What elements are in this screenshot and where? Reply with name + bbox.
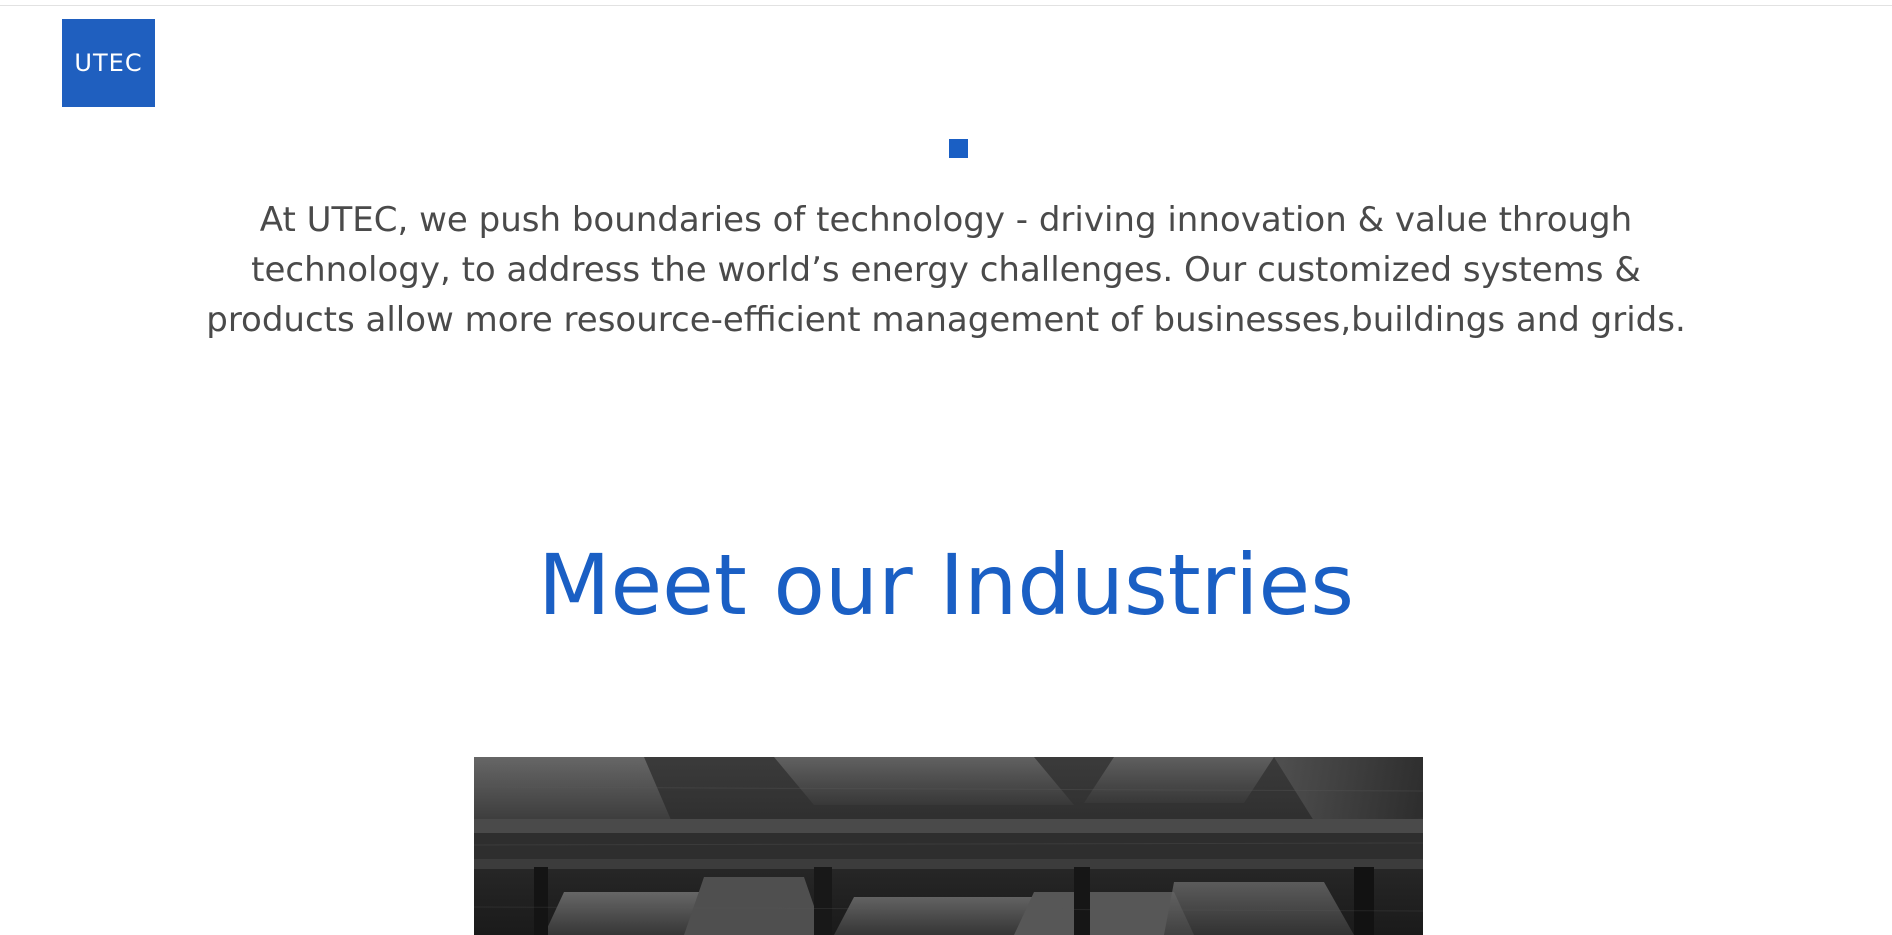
industries-heading: Meet our Industries xyxy=(538,536,1354,634)
logo-text: UTEC xyxy=(74,49,143,77)
utec-logo[interactable]: UTEC xyxy=(62,19,155,107)
intro-paragraph: At UTEC, we push boundaries of technolog… xyxy=(206,200,1686,340)
accent-square-icon xyxy=(949,139,968,158)
industry-image-graphic xyxy=(474,757,1423,935)
industry-image xyxy=(474,757,1423,935)
top-divider xyxy=(0,5,1892,6)
